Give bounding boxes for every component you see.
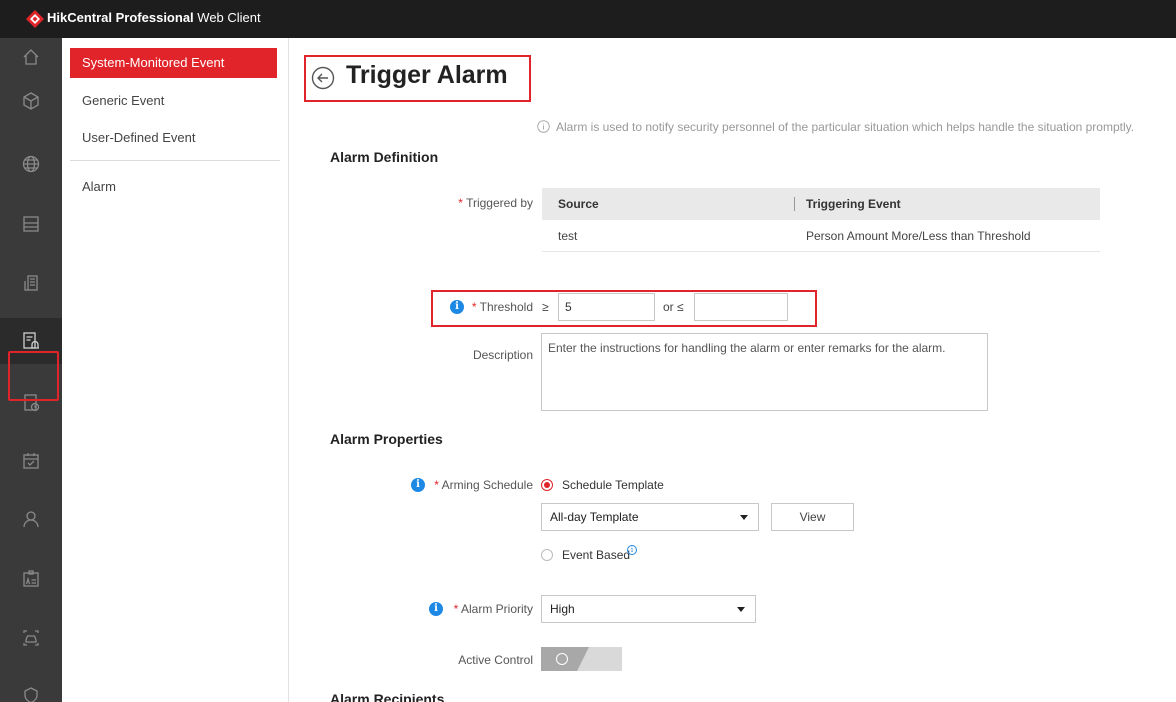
top-bar: HikCentral Professional Web Client bbox=[0, 0, 1176, 38]
alarm-priority-select-value: High bbox=[550, 602, 575, 616]
rail-record[interactable] bbox=[0, 380, 62, 426]
section-title-alarm-definition: Alarm Definition bbox=[330, 149, 439, 165]
cell-source: test bbox=[558, 229, 578, 243]
id-card-icon bbox=[23, 570, 39, 587]
alarm-priority-label: * Alarm Priority bbox=[453, 602, 533, 616]
app-title-bold: HikCentral Professional bbox=[47, 10, 194, 25]
alarm-priority-select[interactable]: High bbox=[541, 595, 756, 623]
subnav-divider bbox=[70, 160, 280, 161]
module-rail bbox=[0, 38, 62, 702]
building-icon bbox=[24, 275, 38, 291]
trigger-table-header: Source Triggering Event bbox=[542, 188, 1100, 220]
chevron-down-icon bbox=[737, 607, 745, 612]
event-alarm-icon bbox=[23, 332, 39, 349]
arming-schedule-info-icon[interactable]: i bbox=[411, 478, 425, 492]
calendar-icon bbox=[23, 453, 39, 469]
alarm-priority-info-icon[interactable]: i bbox=[429, 602, 443, 616]
schedule-template-select[interactable]: All-day Template bbox=[541, 503, 759, 531]
rail-building[interactable] bbox=[0, 260, 62, 306]
vehicle-icon bbox=[23, 630, 39, 646]
rail-security[interactable] bbox=[0, 672, 62, 702]
back-arrow-icon[interactable] bbox=[311, 66, 335, 90]
or-less-equal-label: or ≤ bbox=[663, 300, 684, 314]
rail-access[interactable] bbox=[0, 556, 62, 602]
main-content: Trigger Alarm Alarm is used to notify se… bbox=[290, 38, 1176, 702]
rail-event-alarm[interactable] bbox=[0, 318, 62, 364]
threshold-min-input[interactable]: 5 bbox=[558, 293, 655, 321]
globe-icon bbox=[22, 155, 40, 173]
event-based-info-icon[interactable]: i bbox=[627, 545, 637, 555]
section-title-alarm-properties: Alarm Properties bbox=[330, 431, 443, 447]
schedule-template-label: Schedule Template bbox=[562, 478, 664, 492]
rail-schedule[interactable] bbox=[0, 438, 62, 484]
event-subnav: System-Monitored Event Generic Event Use… bbox=[62, 38, 289, 702]
server-icon bbox=[23, 216, 39, 232]
schedule-template-select-value: All-day Template bbox=[550, 510, 639, 524]
subnav-item-alarm[interactable]: Alarm bbox=[70, 172, 277, 202]
cube-icon bbox=[23, 92, 39, 110]
subnav-item-generic-event[interactable]: Generic Event bbox=[70, 86, 277, 116]
column-header-source: Source bbox=[558, 197, 599, 211]
app-title: HikCentral Professional Web Client bbox=[47, 10, 261, 25]
home-icon bbox=[23, 49, 39, 65]
cell-triggering-event: Person Amount More/Less than Threshold bbox=[806, 229, 1031, 243]
threshold-max-input[interactable] bbox=[694, 293, 788, 321]
toggle-knob bbox=[556, 653, 568, 665]
chevron-down-icon bbox=[740, 515, 748, 520]
active-control-label: Active Control bbox=[458, 653, 533, 667]
column-separator bbox=[794, 197, 795, 211]
active-control-toggle[interactable] bbox=[541, 647, 622, 671]
rail-vehicle[interactable] bbox=[0, 615, 62, 661]
shield-icon bbox=[24, 687, 38, 702]
greater-equal-symbol: ≥ bbox=[542, 300, 549, 314]
schedule-template-radio[interactable] bbox=[541, 479, 553, 491]
hikvision-logo-icon bbox=[26, 10, 44, 28]
person-icon bbox=[23, 511, 39, 528]
subnav-item-system-monitored-event[interactable]: System-Monitored Event bbox=[70, 48, 277, 78]
table-row[interactable]: test Person Amount More/Less than Thresh… bbox=[542, 220, 1100, 252]
view-button[interactable]: View bbox=[771, 503, 854, 531]
threshold-label: * Threshold bbox=[471, 300, 533, 314]
page-hint: Alarm is used to notify security personn… bbox=[556, 120, 1135, 134]
description-textarea[interactable]: Enter the instructions for handling the … bbox=[541, 333, 988, 411]
rail-server[interactable] bbox=[0, 201, 62, 247]
subnav-item-user-defined-event[interactable]: User-Defined Event bbox=[70, 123, 277, 153]
section-title-alarm-recipients: Alarm Recipients bbox=[330, 691, 445, 702]
rail-resource[interactable] bbox=[0, 78, 62, 124]
app-title-light: Web Client bbox=[197, 10, 261, 25]
threshold-info-icon[interactable]: i bbox=[450, 300, 464, 314]
column-header-triggering-event: Triggering Event bbox=[806, 197, 901, 211]
page-title: Trigger Alarm bbox=[346, 61, 508, 89]
arming-schedule-label: * Arming Schedule bbox=[434, 478, 533, 492]
rail-map[interactable] bbox=[0, 141, 62, 187]
event-based-label: Event Based bbox=[562, 548, 631, 562]
rail-person[interactable] bbox=[0, 496, 62, 542]
description-label: Description bbox=[472, 348, 533, 362]
info-outline-icon bbox=[537, 120, 550, 133]
rail-home[interactable] bbox=[0, 38, 62, 76]
record-icon bbox=[24, 394, 40, 412]
event-based-radio[interactable] bbox=[541, 549, 553, 561]
triggered-by-label: * Triggered by bbox=[458, 196, 533, 210]
